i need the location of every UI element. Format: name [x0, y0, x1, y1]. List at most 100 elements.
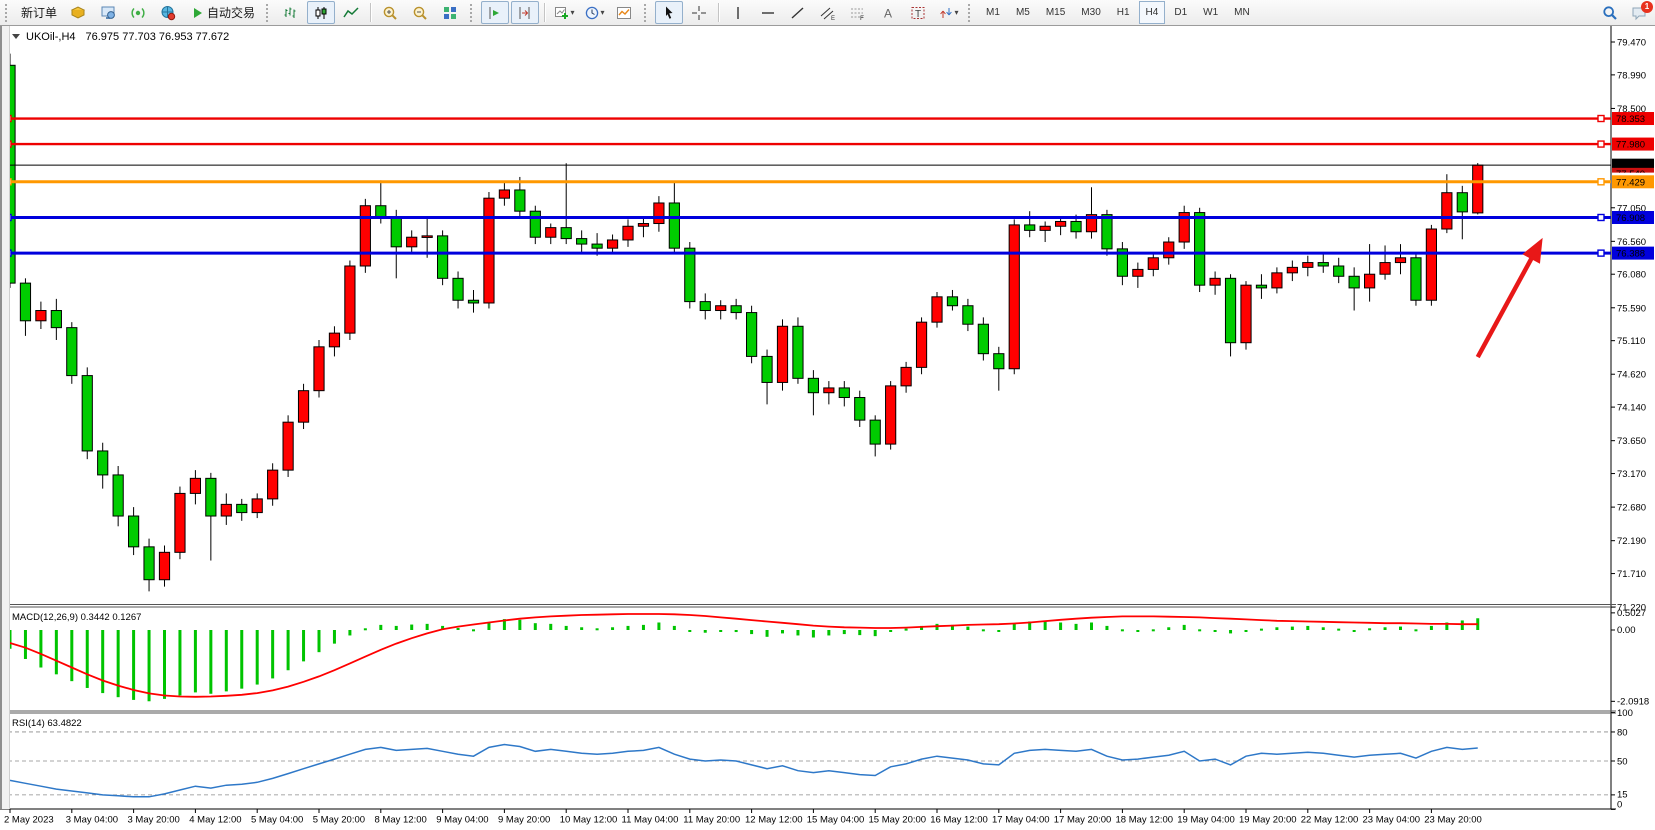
candle — [1349, 276, 1359, 288]
fibonacci-icon[interactable]: F — [844, 1, 872, 24]
macd-histogram-bar — [1121, 629, 1124, 631]
auto-trading-button[interactable]: 自动交易 — [184, 1, 260, 24]
line-handle[interactable] — [1598, 250, 1604, 256]
candle — [1380, 263, 1390, 275]
candlestick-chart-icon[interactable] — [307, 1, 335, 24]
timeframe-mn-button[interactable]: MN — [1227, 1, 1257, 24]
macd-histogram-bar — [549, 624, 552, 630]
timeframe-d1-button[interactable]: D1 — [1167, 1, 1194, 24]
text-label-icon[interactable]: T — [904, 1, 932, 24]
trend-arrow-shaft[interactable] — [1478, 254, 1534, 357]
chart-canvas[interactable]: 79.47078.99078.50077.05076.56076.08075.5… — [0, 26, 1655, 830]
time-axis-label: 11 May 20:00 — [683, 815, 740, 826]
macd-histogram-bar — [1090, 622, 1093, 630]
macd-histogram-bar — [1291, 627, 1294, 630]
add-indicator-icon[interactable]: ▾ — [550, 1, 578, 24]
zoom-in-icon[interactable] — [376, 1, 404, 24]
zoom-out-icon[interactable] — [406, 1, 434, 24]
toolbar-grip[interactable] — [5, 4, 11, 22]
navigator-icon[interactable] — [124, 1, 152, 24]
market-watch-icon[interactable] — [94, 1, 122, 24]
horizontal-line-icon[interactable] — [754, 1, 782, 24]
candle — [1040, 226, 1050, 230]
toolbar-grip[interactable] — [470, 4, 476, 22]
tile-windows-icon[interactable] — [436, 1, 464, 24]
vertical-line-icon[interactable] — [724, 1, 752, 24]
cursor-icon[interactable] — [655, 1, 683, 24]
candle — [561, 228, 571, 239]
macd-histogram-bar — [796, 630, 799, 635]
trendline-icon[interactable] — [784, 1, 812, 24]
candle — [978, 324, 988, 353]
macd-histogram-bar — [148, 630, 151, 701]
profiles-icon[interactable] — [64, 1, 92, 24]
symbol-dropdown-icon[interactable] — [12, 34, 20, 39]
candle — [947, 297, 957, 306]
chart-window: 79.47078.99078.50077.05076.56076.08075.5… — [0, 26, 1655, 830]
macd-histogram-bar — [240, 630, 243, 689]
macd-histogram-bar — [1044, 621, 1047, 630]
line-handle[interactable] — [1598, 141, 1604, 147]
candle — [36, 311, 46, 321]
macd-histogram-bar — [302, 630, 305, 661]
crosshair-icon[interactable] — [685, 1, 713, 24]
macd-histogram-bar — [688, 630, 691, 632]
candle — [1164, 242, 1174, 258]
macd-histogram-bar — [1013, 624, 1016, 630]
timeframe-w1-button[interactable]: W1 — [1196, 1, 1225, 24]
line-price-label: 76.908 — [1616, 213, 1645, 224]
timeframe-m30-button[interactable]: M30 — [1074, 1, 1107, 24]
price-tick-label: 71.710 — [1617, 569, 1646, 580]
auto-scroll-icon[interactable] — [511, 1, 539, 24]
candle — [1225, 278, 1235, 342]
macd-histogram-bar — [1105, 626, 1108, 630]
toolbar-grip[interactable] — [644, 4, 650, 22]
timeframe-h4-button[interactable]: H4 — [1139, 1, 1166, 24]
macd-label: MACD(12,26,9) 0.3442 0.1267 — [12, 612, 141, 623]
macd-histogram-bar — [518, 620, 521, 630]
time-axis-label: 10 May 12:00 — [560, 815, 618, 826]
price-tick-label: 74.620 — [1617, 370, 1646, 381]
terminal-icon[interactable] — [154, 1, 182, 24]
timeframe-h1-button[interactable]: H1 — [1110, 1, 1137, 24]
macd-histogram-bar — [426, 624, 429, 630]
candle — [1241, 285, 1251, 343]
candle — [870, 420, 880, 444]
timeframe-m15-button[interactable]: M15 — [1039, 1, 1072, 24]
arrows-objects-icon[interactable]: ▾ — [934, 1, 962, 24]
toolbar-grip[interactable] — [968, 4, 974, 22]
equidistant-channel-icon[interactable]: E — [814, 1, 842, 24]
timeframe-clock-icon[interactable]: ▾ — [580, 1, 608, 24]
candle — [700, 302, 710, 311]
macd-histogram-bar — [1198, 629, 1201, 631]
timeframe-m5-button[interactable]: M5 — [1009, 1, 1037, 24]
toolbar-grip[interactable] — [266, 4, 272, 22]
macd-histogram-bar — [657, 622, 660, 630]
chart-title: UKOil-,H476.975 77.703 76.953 77.672 — [26, 31, 229, 43]
macd-histogram-bar — [719, 630, 722, 632]
line-chart-icon[interactable] — [337, 1, 365, 24]
search-icon[interactable] — [1596, 1, 1624, 24]
line-handle[interactable] — [1598, 116, 1604, 122]
time-axis-label: 5 May 04:00 — [251, 815, 303, 826]
time-axis-label: 15 May 04:00 — [807, 815, 865, 826]
macd-histogram-bar — [256, 630, 259, 685]
candle — [1303, 263, 1313, 268]
candle — [376, 206, 386, 217]
timeframe-m1-button[interactable]: M1 — [979, 1, 1007, 24]
notifications-chat-button[interactable]: 1 — [1631, 5, 1647, 21]
candle — [314, 347, 324, 391]
line-handle[interactable] — [1598, 214, 1604, 220]
bar-chart-icon[interactable] — [277, 1, 305, 24]
macd-histogram-bar — [966, 627, 969, 630]
macd-histogram-bar — [596, 628, 599, 630]
line-handle[interactable] — [1598, 179, 1604, 185]
macd-histogram-bar — [487, 622, 490, 630]
price-tick-label: 74.140 — [1617, 403, 1646, 414]
text-icon[interactable]: A — [874, 1, 902, 24]
new-order-button[interactable]: 新订单 — [16, 1, 62, 24]
chart-shift-icon[interactable] — [481, 1, 509, 24]
candle — [453, 278, 463, 300]
time-axis-label: 17 May 04:00 — [992, 815, 1050, 826]
chart-template-icon[interactable] — [610, 1, 638, 24]
